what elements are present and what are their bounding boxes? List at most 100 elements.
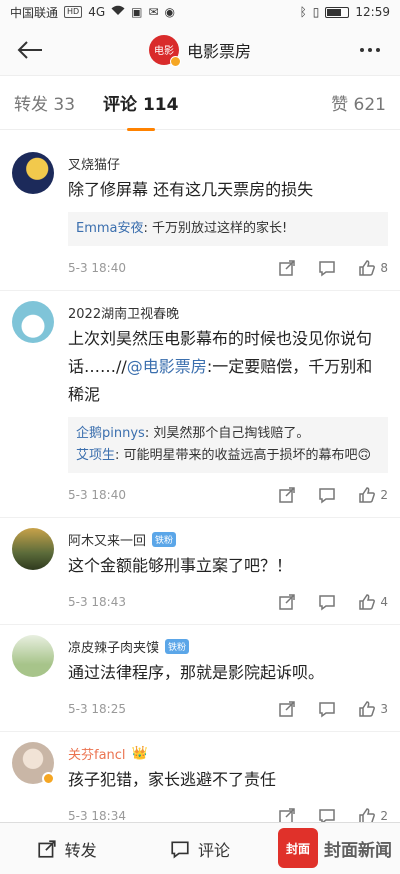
avatar[interactable]	[12, 528, 54, 570]
share-button[interactable]	[278, 486, 296, 504]
avatar[interactable]	[12, 635, 54, 677]
thumbs-up-icon	[359, 487, 376, 503]
wifi-icon	[111, 5, 125, 19]
tab-bar: 转发 33 评论 114 赞 621	[0, 76, 400, 130]
battery-icon	[325, 6, 350, 18]
commenter-name[interactable]: 阿木又来一回	[68, 530, 146, 549]
comment-item: 阿木又来一回 铁粉 这个金额能够刑事立案了吧？！ 5-3 18:43 4	[0, 518, 400, 625]
reply-item: 企鹅pinnys: 刘昊然那个自己掏钱赔了。	[76, 423, 380, 445]
crown-icon: 👑	[131, 745, 148, 761]
like-button[interactable]: 4	[358, 593, 388, 611]
comment-time: 5-3 18:25	[68, 702, 126, 716]
reply-item: Emma安夜: 千万别放过这样的家长!	[76, 218, 380, 240]
carrier-label: 中国联通	[10, 5, 59, 20]
more-dot	[376, 47, 380, 52]
app-icon: ▣	[131, 5, 143, 19]
commenter-name[interactable]: 凉皮辣子肉夹馍	[68, 637, 159, 656]
nav-bar: 电影 电影票房	[0, 24, 400, 76]
reply-button[interactable]	[318, 700, 336, 718]
repost-button[interactable]: 转发	[0, 837, 133, 861]
reply-button[interactable]	[318, 486, 336, 504]
reply-button[interactable]	[318, 259, 336, 277]
tab-repost[interactable]: 转发 33	[14, 90, 75, 115]
avatar[interactable]	[12, 152, 54, 194]
commenter-name[interactable]: 叉烧猫仔	[68, 154, 120, 173]
like-count: 2	[380, 809, 388, 823]
reply-box[interactable]: 企鹅pinnys: 刘昊然那个自己掏钱赔了。 艾项生: 可能明星带来的收益远高于…	[68, 417, 388, 473]
comment-icon	[319, 595, 336, 611]
share-icon	[279, 260, 296, 276]
reply-text: : 可能明星带来的收益远高于损坏的幕布吧🙃	[115, 448, 372, 463]
reply-author[interactable]: 企鹅pinnys	[76, 426, 145, 441]
hd-badge: HD	[64, 6, 83, 18]
comment-text: 孩子犯错，家长逃避不了责任	[68, 770, 277, 789]
comment-icon	[171, 841, 189, 858]
nav-account[interactable]: 电影 电影票房	[48, 34, 352, 67]
share-button[interactable]	[278, 593, 296, 611]
like-count: 4	[380, 595, 388, 609]
bluetooth-icon: ᛒ	[299, 5, 307, 19]
reply-button[interactable]	[318, 593, 336, 611]
reply-author[interactable]: Emma安夜	[76, 221, 144, 236]
like-count: 8	[380, 261, 388, 275]
reply-item: 艾项生: 可能明星带来的收益远高于损坏的幕布吧🙃	[76, 445, 380, 467]
comment-time: 5-3 18:40	[68, 488, 126, 502]
sync-icon: ◉	[164, 5, 176, 19]
comment-text: 上次刘昊然压电影幕布的时候也没见你说句话……//@电影票房:一定要赔偿，千万别和…	[68, 325, 388, 409]
like-count: 2	[380, 488, 388, 502]
mention-link[interactable]: @电影票房	[127, 357, 207, 376]
comment-text: 除了修屏幕 还有这几天票房的损失	[68, 180, 314, 199]
notification-icon: ✉	[148, 5, 159, 19]
tab-likes[interactable]: 赞 621	[331, 90, 386, 115]
more-dot	[368, 47, 372, 52]
comment-icon	[319, 261, 336, 277]
comment-item: 凉皮辣子肉夹馍 铁粉 通过法律程序，那就是影院起诉呗。 5-3 18:25 3	[0, 625, 400, 732]
comment-footer: 5-3 18:43 4	[68, 580, 388, 624]
share-icon	[279, 487, 296, 503]
account-avatar: 电影	[148, 34, 181, 67]
like-button[interactable]: 8	[358, 259, 388, 277]
reply-author[interactable]: 艾项生	[76, 448, 115, 463]
account-avatar-text: 电影	[153, 46, 174, 57]
comment-item: 2022湖南卫视春晚 上次刘昊然压电影幕布的时候也没见你说句话……//@电影票房…	[0, 291, 400, 518]
thumbs-up-icon	[359, 594, 376, 610]
comment-list: 叉烧猫仔 除了修屏幕 还有这几天票房的损失 Emma安夜: 千万别放过这样的家长…	[0, 130, 400, 839]
thumbs-up-icon	[359, 701, 376, 717]
comment-time: 5-3 18:40	[68, 261, 126, 275]
share-button[interactable]	[278, 259, 296, 277]
share-button[interactable]	[278, 700, 296, 718]
more-button[interactable]	[352, 47, 388, 52]
watermark-logo: 封面	[278, 828, 318, 868]
fan-badge: 铁粉	[165, 638, 190, 654]
commenter-name[interactable]: 2022湖南卫视春晚	[68, 303, 179, 322]
comment-label: 评论	[197, 840, 230, 860]
comment-footer: 5-3 18:40 8	[68, 246, 388, 290]
back-arrow-icon	[17, 40, 42, 59]
avatar[interactable]	[12, 742, 55, 785]
comment-footer: 5-3 18:25 3	[68, 687, 388, 731]
share-icon	[279, 701, 296, 717]
back-button[interactable]	[12, 32, 48, 68]
avatar[interactable]	[12, 301, 54, 343]
reply-box[interactable]: Emma安夜: 千万别放过这样的家长!	[68, 212, 388, 246]
comment-icon	[319, 488, 336, 504]
comment-time: 5-3 18:34	[68, 809, 126, 823]
verified-badge-icon	[42, 772, 55, 785]
like-button[interactable]: 3	[358, 700, 388, 718]
clock: 12:59	[355, 5, 390, 19]
commenter-name[interactable]: 关芬fancl	[68, 744, 126, 763]
verified-badge-icon	[169, 55, 181, 67]
repost-icon	[38, 839, 56, 858]
comment-item: 叉烧猫仔 除了修屏幕 还有这几天票房的损失 Emma安夜: 千万别放过这样的家长…	[0, 142, 400, 291]
network-label: 4G	[88, 5, 106, 19]
like-count: 3	[380, 702, 388, 716]
reply-text: : 千万别放过这样的家长!	[143, 221, 288, 236]
reply-text: : 刘昊然那个自己掏钱赔了。	[144, 426, 310, 441]
fan-badge: 铁粉	[152, 531, 177, 547]
comment-footer: 5-3 18:40 2	[68, 473, 388, 517]
comment-button[interactable]: 评论	[133, 837, 266, 861]
tab-comments[interactable]: 评论 114	[103, 90, 178, 115]
status-bar: 中国联通 HD 4G ▣ ✉ ◉ ᛒ ▯ 12:59	[0, 0, 400, 24]
thumbs-up-icon	[359, 260, 376, 276]
like-button[interactable]: 2	[358, 486, 388, 504]
